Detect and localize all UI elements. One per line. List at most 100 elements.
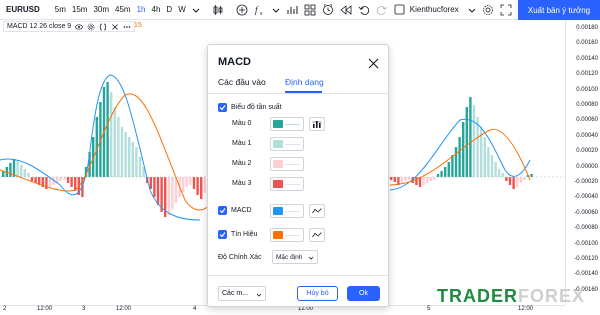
histogram-bar	[30, 177, 34, 181]
time-tick: 2	[3, 306, 7, 312]
interval-4h[interactable]: 4h	[152, 5, 161, 14]
histogram-bar	[138, 157, 142, 177]
watermark-part2: FOREX	[518, 286, 586, 306]
histogram-bar	[429, 177, 432, 181]
chevron-down-icon[interactable]	[468, 3, 476, 17]
tab-inputs[interactable]: Các đầu vào	[218, 77, 266, 87]
histogram-bar	[426, 177, 429, 183]
histogram-bar	[400, 177, 404, 183]
color-0-swatch[interactable]	[270, 117, 304, 131]
histogram-bar	[440, 171, 443, 177]
precision-value: Mặc định	[276, 253, 303, 261]
histogram-bar	[59, 177, 62, 181]
redo-icon[interactable]	[376, 3, 388, 17]
symbol-search[interactable]: EURUSD	[6, 5, 40, 14]
color-3-swatch[interactable]	[270, 177, 304, 191]
interval-w[interactable]: W	[178, 5, 186, 14]
signal-line-checkbox[interactable]	[218, 230, 227, 239]
gear-icon[interactable]	[87, 23, 95, 31]
ok-button[interactable]: Ok	[347, 286, 380, 301]
histogram-bar	[433, 177, 436, 180]
chevron-down-icon[interactable]	[192, 3, 200, 17]
time-tick: 12:00	[116, 306, 132, 312]
color-1-swatch[interactable]	[270, 137, 304, 151]
candles-icon[interactable]	[212, 3, 224, 17]
histogram-bar	[27, 173, 30, 177]
histogram-bar	[451, 155, 454, 177]
histogram-bar	[153, 177, 156, 197]
signal-line-color-swatch[interactable]	[270, 228, 304, 242]
histogram-bar	[476, 117, 479, 177]
watermark-part1: TRADER	[437, 286, 518, 306]
publish-idea-button[interactable]: Xuất bản ý tưởng	[518, 0, 600, 20]
histogram-bar	[70, 177, 73, 187]
histogram-bar	[182, 177, 185, 192]
plot-style-button[interactable]	[309, 117, 325, 131]
eye-icon[interactable]	[75, 23, 84, 31]
gear-icon[interactable]	[482, 3, 494, 17]
alert-icon[interactable]	[322, 3, 334, 17]
undo-icon[interactable]	[358, 3, 370, 17]
histogram-bar	[454, 147, 458, 177]
histogram-checkbox[interactable]	[218, 103, 227, 112]
color-2-swatch[interactable]	[270, 157, 304, 171]
color-3-label: Màu 3	[232, 180, 252, 187]
defaults-dropdown[interactable]: Các m...	[218, 286, 266, 301]
histogram-bar	[487, 147, 490, 177]
close-icon[interactable]	[111, 23, 119, 31]
chevron-down-icon[interactable]	[272, 3, 280, 17]
watermark-logo: TRADERFOREX	[437, 286, 585, 307]
histogram-bar	[505, 177, 508, 181]
interval-45m[interactable]: 45m	[115, 5, 131, 14]
signal-line-style-button[interactable]	[309, 228, 325, 242]
indicators-icon[interactable]: fx	[254, 3, 266, 17]
indicator-legend[interactable]: MACD 12 26 close 9	[3, 21, 136, 32]
price-tick: 0.00140	[576, 55, 598, 62]
histogram-bar	[512, 177, 515, 189]
price-axis[interactable]: 0.00180 0.00160 0.00140 0.00120 0.00100 0.000…	[565, 20, 600, 305]
color-1-label: Màu 1	[232, 140, 252, 147]
histogram-bar	[9, 163, 12, 177]
interval-1h[interactable]: 1h	[137, 5, 146, 14]
more-icon[interactable]	[123, 23, 131, 31]
color-2-label: Màu 2	[232, 160, 252, 167]
histogram-bar	[106, 82, 109, 177]
close-icon[interactable]	[368, 56, 379, 69]
precision-select[interactable]: Mặc định	[272, 250, 318, 264]
tab-style[interactable]: Định dạng	[285, 77, 324, 87]
templates-icon[interactable]	[304, 3, 316, 17]
histogram-bar	[167, 177, 170, 215]
cancel-button[interactable]: Hủy bỏ	[297, 286, 338, 301]
layout-icon[interactable]	[394, 3, 405, 17]
histogram-bar	[171, 177, 174, 209]
replay-icon[interactable]	[340, 3, 352, 17]
interval-d[interactable]: D	[166, 5, 172, 14]
interval-15m[interactable]: 15m	[72, 5, 88, 14]
fullscreen-icon[interactable]	[500, 3, 512, 17]
username[interactable]: Kienthucforex	[410, 5, 459, 14]
top-toolbar: EURUSD 5m 15m 30m 45m 1h 4h D W fx Kient…	[0, 0, 600, 20]
histogram-bar	[436, 174, 440, 177]
histogram-bar	[156, 177, 160, 205]
histogram-bar	[469, 97, 472, 177]
histogram-bar	[113, 107, 116, 177]
histogram-bar	[135, 147, 138, 177]
time-tick: 5	[427, 306, 431, 312]
add-compare-icon[interactable]	[236, 3, 248, 17]
price-tick: 0.00120	[576, 71, 598, 78]
interval-5m[interactable]: 5m	[55, 5, 66, 14]
source-code-icon[interactable]	[99, 23, 107, 31]
histogram-bar	[483, 137, 486, 177]
macd-line-label: MACD	[231, 207, 252, 214]
price-tick: 0.00060	[576, 117, 598, 124]
macd-line-color-swatch[interactable]	[270, 204, 304, 218]
macd-line-checkbox[interactable]	[218, 206, 227, 215]
interval-30m[interactable]: 30m	[93, 5, 109, 14]
macd-line-style-button[interactable]	[309, 204, 325, 218]
histogram-bar	[149, 177, 152, 189]
svg-text:f: f	[255, 5, 259, 15]
price-tick: 0.00080	[576, 102, 598, 108]
financials-icon[interactable]	[286, 3, 298, 17]
histogram-bar	[404, 177, 407, 181]
price-tick: -0.00100	[574, 240, 598, 247]
